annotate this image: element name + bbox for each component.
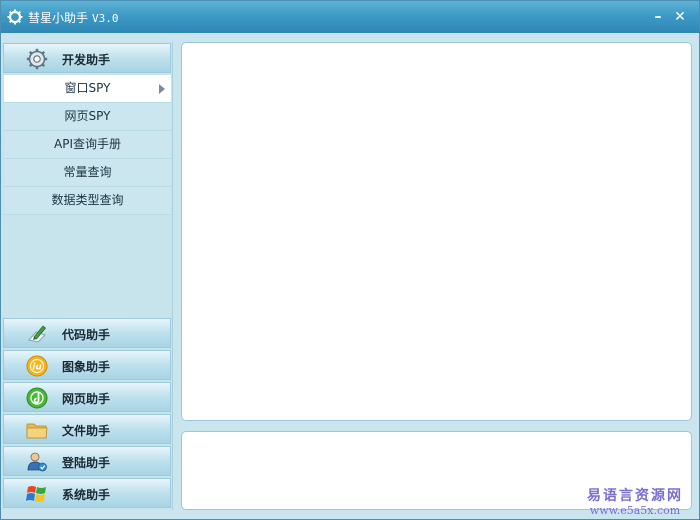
sidebar-item-label: API查询手册 <box>54 137 121 151</box>
code-pen-icon <box>28 325 47 343</box>
close-button[interactable]: ✕ <box>671 8 689 26</box>
group-label-code: 代码助手 <box>62 328 111 342</box>
gear-icon[interactable] <box>7 9 23 25</box>
folder-icon <box>26 423 48 439</box>
sidebar-item-label: 数据类型查询 <box>51 193 124 207</box>
sidebar: 开发助手 窗口SPY 网页SPY API查询手册 常量查询 数据类型查询 代码助… <box>2 42 173 510</box>
sidebar-item-datatype-lookup[interactable]: 数据类型查询 <box>4 187 171 215</box>
group-label-web: 网页助手 <box>62 392 111 406</box>
sidebar-item-label: 网页SPY <box>64 109 111 123</box>
svg-text:iu: iu <box>32 363 42 373</box>
group-label-login: 登陆助手 <box>62 456 111 470</box>
watermark-line1: 易语言资源网 <box>587 488 683 504</box>
group-label-image: 图象助手 <box>62 360 111 374</box>
sidebar-item-label: 窗口SPY <box>64 81 111 95</box>
group-header-system[interactable]: 系统助手 <box>3 478 171 508</box>
minimize-button[interactable]: – <box>649 8 667 26</box>
web-icon <box>26 387 48 409</box>
windows-icon <box>26 486 46 502</box>
group-label-dev: 开发助手 <box>62 53 111 67</box>
group-header-login[interactable]: 登陆助手 <box>3 446 171 476</box>
group-label-system: 系统助手 <box>62 488 111 502</box>
group-header-code[interactable]: 代码助手 <box>3 318 171 348</box>
arrow-right-icon <box>159 84 165 94</box>
watermark-line2: www.e5a5x.com <box>589 504 681 517</box>
user-login-icon <box>27 452 47 472</box>
group-header-web[interactable]: 网页助手 <box>3 382 171 412</box>
window-title-text: 彗星小助手 <box>28 11 89 25</box>
main-content-panel[interactable] <box>181 42 692 421</box>
sidebar-item-window-spy[interactable]: 窗口SPY <box>4 75 171 103</box>
group-label-file: 文件助手 <box>62 424 111 438</box>
group-header-file[interactable]: 文件助手 <box>3 414 171 444</box>
gear-icon <box>26 48 48 70</box>
group-header-dev[interactable]: 开发助手 <box>3 43 171 73</box>
window-title: 彗星小助手 V3.0 <box>28 9 119 26</box>
watermark: 易语言资源网 www.e5a5x.com <box>573 485 697 517</box>
image-icon: iu <box>26 355 48 377</box>
sidebar-item-api-manual[interactable]: API查询手册 <box>4 131 171 159</box>
sidebar-item-label: 常量查询 <box>63 165 112 179</box>
window-version: V3.0 <box>92 12 119 25</box>
sidebar-item-constant-lookup[interactable]: 常量查询 <box>4 159 171 187</box>
title-bar[interactable]: 彗星小助手 V3.0 – ✕ <box>1 1 699 33</box>
app-window: 彗星小助手 V3.0 – ✕ 开发助手 窗口SPY 网页SPY API查询手册 … <box>0 0 700 520</box>
sidebar-item-web-spy[interactable]: 网页SPY <box>4 103 171 131</box>
group-header-image[interactable]: iu 图象助手 <box>3 350 171 380</box>
